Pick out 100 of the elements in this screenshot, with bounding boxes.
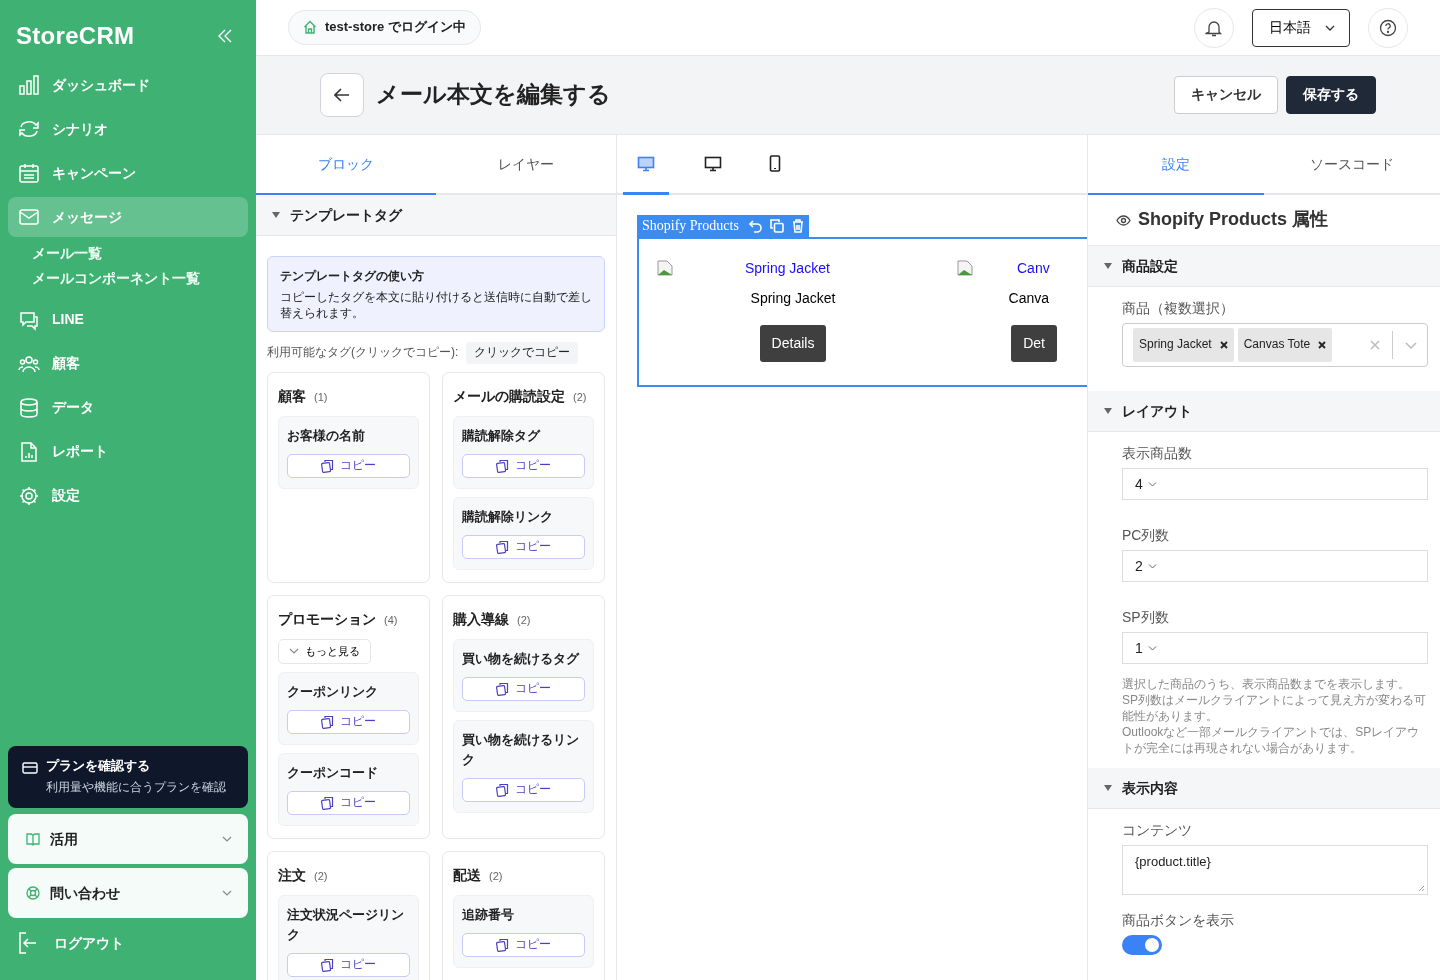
collapse-icon[interactable]: [218, 28, 232, 43]
select-field[interactable]: 1: [1122, 632, 1428, 664]
caret-icon: [1104, 785, 1112, 791]
copy-button[interactable]: コピー: [287, 790, 410, 815]
select-field[interactable]: 2: [1122, 550, 1428, 582]
copy-icon: [496, 782, 509, 797]
panel-tab[interactable]: ソースコード: [1264, 135, 1440, 195]
database-icon: [18, 396, 40, 419]
panel-tab[interactable]: レイヤー: [436, 135, 616, 195]
details-button[interactable]: Det: [1011, 324, 1057, 362]
arrow-left-icon: [334, 88, 350, 102]
content-textarea[interactable]: {product.title}: [1122, 845, 1428, 895]
remove-icon[interactable]: [1318, 341, 1327, 349]
notification-button[interactable]: [1194, 7, 1234, 48]
details-button[interactable]: Details: [759, 324, 827, 362]
tag-name: 購読解除リンク: [462, 508, 554, 526]
group-count: (4): [384, 612, 398, 628]
lifebuoy-icon: [26, 886, 40, 900]
chevron-icon: [1147, 645, 1157, 651]
field-label: 商品ボタンを表示: [1122, 911, 1235, 929]
undo-icon[interactable]: [748, 219, 762, 233]
group-title: メールの購読設定: [453, 386, 565, 406]
selected-chip: Spring Jacket: [1133, 328, 1234, 362]
monitor-icon: [704, 155, 722, 172]
trash-icon[interactable]: [791, 219, 804, 234]
toggle-switch[interactable]: [1122, 935, 1162, 955]
tag-name: 買い物を続けるタグ: [462, 650, 581, 668]
group-count: (2): [314, 868, 328, 884]
panel-tab[interactable]: 設定: [1088, 135, 1264, 195]
multi-select-field[interactable]: Spring Jacket Canvas Tote: [1122, 323, 1428, 367]
group-count: (2): [517, 612, 531, 628]
section-header[interactable]: レイアウト: [1088, 391, 1440, 432]
back-button[interactable]: [320, 73, 364, 117]
field-label: コンテンツ: [1122, 821, 1193, 839]
calendar-icon: [18, 162, 40, 185]
language-select[interactable]: 日本語: [1252, 8, 1350, 47]
accordion-button[interactable]: 活用: [8, 814, 248, 864]
plan-title: プランを確認する: [46, 757, 151, 775]
copy-button[interactable]: コピー: [287, 952, 410, 977]
copy-button[interactable]: コピー: [287, 453, 410, 478]
help-button[interactable]: [1368, 7, 1408, 48]
copy-icon: [321, 714, 334, 729]
logout-icon: [18, 932, 38, 954]
remove-icon[interactable]: [1219, 341, 1228, 349]
copy-button[interactable]: コピー: [462, 453, 585, 478]
copy-icon: [496, 937, 509, 952]
tags-label: 利用可能なタグ(クリックでコピー):: [267, 344, 459, 361]
product-link[interactable]: Canv: [1017, 259, 1050, 278]
copy-icon: [496, 681, 509, 696]
copy-icon: [321, 458, 334, 473]
clear-icon[interactable]: [1370, 340, 1380, 350]
phone-icon: [769, 155, 781, 172]
save-button[interactable]: 保存する: [1286, 76, 1376, 114]
broken-image-icon: [657, 260, 673, 277]
tag-name: 注文状況ページリンク: [287, 906, 405, 944]
product-link[interactable]: Spring Jacket: [745, 259, 830, 278]
tag-name: クーポンリンク: [287, 683, 379, 701]
chart-icon: [18, 74, 40, 97]
chevron-icon: [1147, 481, 1157, 487]
chevron-icon: [222, 890, 232, 896]
copy-icon: [321, 795, 334, 810]
panel-heading: Shopify Products 属性: [1138, 208, 1328, 232]
show-more-button[interactable]: もっと見る: [278, 638, 371, 664]
field-label: SP列数: [1122, 608, 1170, 626]
caret-icon: [1104, 263, 1112, 269]
section-header[interactable]: テンプレートタグ: [256, 195, 616, 236]
group-count: (1): [314, 389, 328, 405]
copy-button[interactable]: コピー: [462, 676, 585, 701]
duplicate-icon[interactable]: [769, 219, 784, 234]
group-count: (2): [573, 389, 587, 405]
copy-button[interactable]: コピー: [287, 709, 410, 734]
app-logo: StoreCRM: [16, 21, 135, 51]
resize-grip-icon: [1418, 885, 1425, 892]
tag-name: 購読解除タグ: [462, 427, 542, 445]
eye-icon: [1116, 214, 1131, 226]
chevron-icon: [222, 836, 232, 842]
chevron-icon: [1325, 24, 1335, 31]
copy-button[interactable]: コピー: [462, 932, 585, 957]
info-title: テンプレートタグの使い方: [280, 269, 425, 285]
copy-button[interactable]: コピー: [462, 534, 585, 559]
broken-image-icon: [957, 260, 973, 277]
plan-card[interactable]: プランを確認する 利用量や機能に合うプランを確認: [8, 745, 248, 808]
select-field[interactable]: 4: [1122, 468, 1428, 500]
accordion-button[interactable]: 問い合わせ: [8, 868, 248, 918]
cancel-button[interactable]: キャンセル: [1174, 76, 1278, 114]
copy-icon: [496, 539, 509, 554]
product-name: Spring Jacket: [750, 289, 836, 308]
chevron-icon[interactable]: [1405, 341, 1417, 349]
section-header[interactable]: 商品設定: [1088, 246, 1440, 287]
copy-button[interactable]: コピー: [462, 777, 585, 802]
group-title: 購入導線: [453, 609, 509, 629]
block-label-bar: Shopify Products: [637, 215, 809, 238]
group-title: 顧客: [278, 386, 306, 406]
selected-chip: Canvas Tote: [1237, 328, 1333, 362]
field-label: PC列数: [1122, 526, 1171, 544]
chevron-icon: [1147, 563, 1157, 569]
section-header[interactable]: 表示内容: [1088, 768, 1440, 809]
products-block[interactable]: Spring Jacket Spring Jacket Details Canv Canva Det: [637, 237, 1087, 388]
product-name: Canva: [1008, 289, 1050, 308]
group-title: プロモーション: [278, 609, 376, 629]
